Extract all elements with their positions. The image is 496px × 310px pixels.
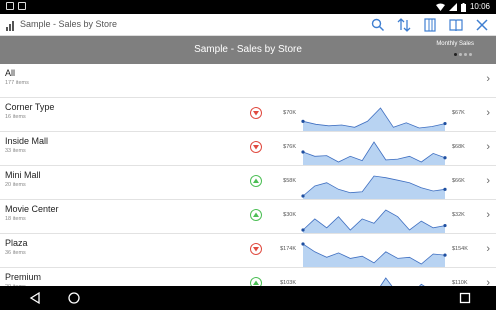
sparkline xyxy=(301,209,447,233)
home-icon[interactable] xyxy=(67,291,81,305)
item-count: 36 items xyxy=(5,250,26,256)
back-icon[interactable] xyxy=(28,291,42,305)
chevron-right-icon[interactable]: › xyxy=(486,209,490,221)
trend-up-icon xyxy=(250,209,262,221)
item-name: Movie Center xyxy=(5,204,59,214)
item-name: Corner Type xyxy=(5,102,55,112)
start-value: $174K xyxy=(280,246,296,252)
end-value: $67K xyxy=(452,110,465,116)
sparkline xyxy=(301,141,447,165)
end-value: $68K xyxy=(452,144,465,150)
start-value: $76K xyxy=(283,144,296,150)
list-item[interactable]: All 177 items › xyxy=(0,64,496,98)
notification-icon xyxy=(18,2,26,10)
page-dot[interactable] xyxy=(459,53,462,56)
end-value: $66K xyxy=(452,178,465,184)
clock: 10:06 xyxy=(469,2,490,11)
end-value: $154K xyxy=(452,246,468,252)
list-item[interactable]: Inside Mall 33 items $76K $68K › xyxy=(0,132,496,166)
page-dot[interactable] xyxy=(464,53,467,56)
list-item[interactable]: Movie Center 18 items $30K $32K › xyxy=(0,200,496,234)
sparkline-area xyxy=(303,142,445,165)
sparkline xyxy=(301,175,447,199)
sparkline xyxy=(301,107,447,131)
page-dot[interactable] xyxy=(469,53,472,56)
wifi-icon xyxy=(435,3,445,11)
chevron-right-icon[interactable]: › xyxy=(486,107,490,119)
item-count: 20 items xyxy=(5,182,26,188)
start-value: $70K xyxy=(283,110,296,116)
item-name: Plaza xyxy=(5,238,28,248)
item-count: 177 items xyxy=(5,80,29,86)
sparkline-end-point xyxy=(443,121,447,126)
item-name: All xyxy=(5,68,16,78)
store-list: All 177 items › Corner Type 16 items $70K $67K… xyxy=(0,64,496,286)
sort-icon[interactable] xyxy=(396,17,412,33)
chevron-right-icon[interactable]: › xyxy=(486,175,490,187)
item-count: 18 items xyxy=(5,216,26,222)
layout-icon[interactable] xyxy=(422,17,438,33)
sparkline-end-point xyxy=(443,187,447,191)
trend-down-icon xyxy=(250,243,262,255)
sparkline-start-point xyxy=(301,194,305,198)
trend-down-icon xyxy=(250,141,262,153)
page-indicator[interactable] xyxy=(454,53,472,56)
chevron-right-icon[interactable]: › xyxy=(486,141,490,153)
sparkline-start-point xyxy=(301,228,305,232)
toolbar-title: Sample - Sales by Store xyxy=(20,19,118,29)
metric-label[interactable]: Monthly Sales xyxy=(436,41,474,47)
list-item[interactable]: Premium20 items$103K$110K› xyxy=(0,268,496,286)
chevron-right-icon[interactable]: › xyxy=(486,277,490,286)
trend-down-icon xyxy=(250,107,262,119)
sparkline-start-point xyxy=(301,150,305,154)
signal-icon xyxy=(448,3,457,11)
sparkline-end-point xyxy=(443,253,447,257)
search-icon[interactable] xyxy=(370,17,386,33)
status-bar: 10:06 xyxy=(0,0,496,14)
trend-up-icon xyxy=(250,175,262,187)
sparkline-end-point xyxy=(443,156,447,160)
battery-icon xyxy=(460,2,466,12)
list-item[interactable]: Mini Mall 20 items $58K $66K › xyxy=(0,166,496,200)
start-value: $30K xyxy=(283,212,296,218)
chevron-right-icon[interactable]: › xyxy=(486,73,490,85)
recents-icon[interactable] xyxy=(458,291,472,305)
book-icon[interactable] xyxy=(448,17,464,33)
trend-up-icon xyxy=(250,277,262,286)
sparkline xyxy=(380,277,425,286)
item-name: Mini Mall xyxy=(5,170,41,180)
list-item[interactable]: Plaza 36 items $174K $154K › xyxy=(0,234,496,268)
sparkline-area xyxy=(380,278,425,286)
app-logo-icon xyxy=(6,21,14,31)
page-header: Sample - Sales by Store Monthly Sales xyxy=(0,36,496,64)
sparkline-line xyxy=(380,277,425,286)
item-name: Premium xyxy=(5,272,42,282)
close-icon[interactable] xyxy=(474,17,490,33)
sparkline-area xyxy=(303,244,445,267)
item-count: 16 items xyxy=(5,114,26,120)
item-count: 33 items xyxy=(5,148,26,154)
page-title: Sample - Sales by Store xyxy=(194,44,302,55)
page-dot[interactable] xyxy=(454,53,457,56)
list-item[interactable]: Corner Type 16 items $70K $67K › xyxy=(0,98,496,132)
navigation-bar xyxy=(0,286,496,310)
sparkline-area xyxy=(303,210,445,233)
sparkline xyxy=(301,242,447,267)
sparkline-end-point xyxy=(443,223,447,228)
end-value: $32K xyxy=(452,212,465,218)
sparkline-start-point xyxy=(301,119,305,123)
chevron-right-icon[interactable]: › xyxy=(486,243,490,255)
app-toolbar: Sample - Sales by Store xyxy=(0,14,496,36)
notification-icon xyxy=(6,2,14,10)
start-value: $58K xyxy=(283,178,296,184)
sparkline-start-point xyxy=(301,242,305,246)
sparkline-area xyxy=(303,176,445,199)
item-name: Inside Mall xyxy=(5,136,49,146)
